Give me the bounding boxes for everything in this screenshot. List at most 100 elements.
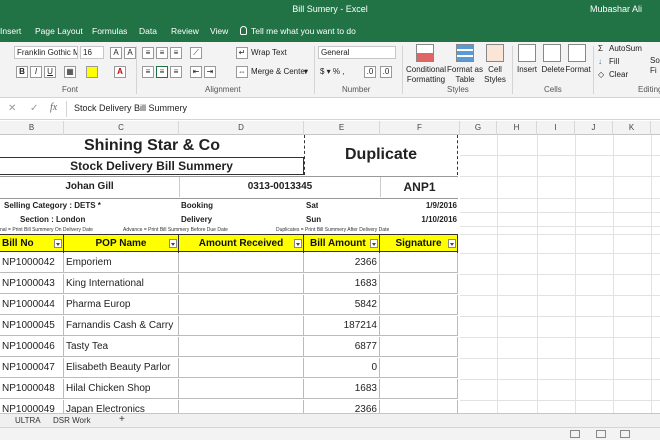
company-name[interactable]: Shining Star & Co [0, 135, 304, 157]
pop-name-cell[interactable]: Elisabeth Beauty Parlor [64, 358, 179, 378]
amount-received-cell[interactable] [179, 379, 304, 399]
customer-code[interactable]: ANP1 [380, 177, 458, 197]
align-left-icon[interactable]: ≡ [142, 66, 154, 78]
align-bottom-icon[interactable]: ≡ [170, 47, 182, 59]
tab-page-layout[interactable]: Page Layout [35, 26, 83, 36]
column-header-k[interactable]: K [613, 121, 651, 135]
signature-cell[interactable] [380, 379, 458, 399]
bill-amount-cell[interactable]: 5842 [304, 295, 380, 315]
format-cells-icon[interactable] [568, 44, 586, 62]
font-name-select[interactable]: Franklin Gothic M [14, 46, 78, 59]
bill-no-cell[interactable]: NP1000048 [0, 379, 64, 399]
signature-cell[interactable] [380, 316, 458, 336]
increase-indent-icon[interactable]: ⇥ [204, 66, 216, 78]
header-bill-amount[interactable]: Bill Amount [304, 235, 380, 253]
normal-view-icon[interactable] [570, 430, 580, 438]
column-header-d[interactable]: D [179, 121, 304, 135]
font-size-select[interactable]: 16 [80, 46, 104, 59]
delivery-label[interactable]: Delivery [181, 215, 212, 224]
cell-styles-icon[interactable] [486, 44, 504, 62]
increase-font-icon[interactable]: A [110, 47, 122, 59]
chevron-down-icon[interactable]: ▾ [304, 67, 308, 80]
delete-cells-button[interactable]: Delete [540, 65, 566, 74]
amount-received-cell[interactable] [179, 316, 304, 336]
pop-name-cell[interactable]: Farnandis Cash & Carry [64, 316, 179, 336]
bold-button[interactable]: B [16, 66, 28, 78]
pop-name-cell[interactable]: Hilal Chicken Shop [64, 379, 179, 399]
autosum-icon[interactable]: Σ [598, 44, 603, 57]
header-pop-name[interactable]: POP Name [64, 235, 179, 253]
column-header-b[interactable]: B [0, 121, 64, 135]
column-header-i[interactable]: I [537, 121, 575, 135]
column-header-h[interactable]: H [497, 121, 537, 135]
clear-button[interactable]: Clear [609, 70, 628, 83]
number-format-buttons[interactable]: $ ▾ % , [320, 67, 344, 80]
autosum-button[interactable]: AutoSum [609, 44, 642, 57]
borders-icon[interactable]: ▦ [64, 66, 76, 78]
amount-received-cell[interactable] [179, 274, 304, 294]
bill-amount-cell[interactable]: 2366 [304, 400, 380, 413]
column-header-g[interactable]: G [460, 121, 497, 135]
underline-button[interactable]: U [44, 66, 56, 78]
booking-date[interactable]: 1/9/2016 [380, 201, 457, 210]
amount-received-cell[interactable] [179, 295, 304, 315]
sort-filter-button[interactable]: So Fi [650, 56, 660, 76]
filter-dropdown-icon[interactable] [294, 239, 302, 248]
amount-received-cell[interactable] [179, 400, 304, 413]
bill-amount-cell[interactable]: 6877 [304, 337, 380, 357]
font-color-button[interactable]: A [114, 66, 126, 78]
page-break-view-icon[interactable] [620, 430, 630, 438]
wrap-text-button[interactable]: Wrap Text [251, 48, 287, 61]
tell-me-box[interactable]: Tell me what you want to do [240, 26, 356, 36]
wrap-text-icon[interactable]: ↵ [236, 47, 248, 59]
column-header-c[interactable]: C [64, 121, 179, 135]
align-top-icon[interactable]: ≡ [142, 47, 154, 59]
tab-view[interactable]: View [210, 26, 228, 36]
eraser-icon[interactable]: ◇ [598, 70, 604, 83]
filter-dropdown-icon[interactable] [54, 239, 62, 248]
conditional-formatting-button[interactable]: Conditional Formatting [404, 65, 448, 85]
decrease-indent-icon[interactable]: ⇤ [190, 66, 202, 78]
pop-name-cell[interactable]: Tasty Tea [64, 337, 179, 357]
bill-no-cell[interactable]: NP1000047 [0, 358, 64, 378]
bill-no-cell[interactable]: NP1000042 [0, 253, 64, 273]
header-signature[interactable]: Signature [380, 235, 458, 253]
pop-name-cell[interactable]: Pharma Europ [64, 295, 179, 315]
delivery-day[interactable]: Sun [306, 215, 321, 224]
amount-received-cell[interactable] [179, 253, 304, 273]
user-name[interactable]: Mubashar Ali [590, 4, 642, 14]
bill-no-cell[interactable]: NP1000046 [0, 337, 64, 357]
column-header-f[interactable]: F [380, 121, 460, 135]
fill-icon[interactable]: ↓ [598, 57, 602, 70]
add-sheet-button[interactable]: + [116, 414, 128, 427]
signature-cell[interactable] [380, 295, 458, 315]
signature-cell[interactable] [380, 274, 458, 294]
sheet-tab-dsr-work[interactable]: DSR Work [50, 414, 94, 427]
filter-dropdown-icon[interactable] [370, 239, 378, 248]
fill-color-icon[interactable] [86, 66, 98, 78]
header-amount-received[interactable]: Amount Received [179, 235, 304, 253]
merge-center-button[interactable]: Merge & Center [251, 67, 307, 80]
signature-cell[interactable] [380, 358, 458, 378]
bill-amount-cell[interactable]: 2366 [304, 253, 380, 273]
merge-icon[interactable]: ⇔ [236, 66, 248, 78]
customer-phone[interactable]: 0313-0013345 [179, 177, 380, 197]
cell-styles-button[interactable]: Cell Styles [480, 65, 510, 85]
worksheet-grid[interactable]: Shining Star & Co Stock Delivery Bill Su… [0, 135, 660, 413]
signature-cell[interactable] [380, 400, 458, 413]
bill-no-cell[interactable]: NP1000043 [0, 274, 64, 294]
align-right-icon[interactable]: ≡ [170, 66, 182, 78]
decrease-font-icon[interactable]: A [124, 47, 136, 59]
booking-day[interactable]: Sat [306, 201, 318, 210]
conditional-formatting-icon[interactable] [416, 44, 434, 62]
format-as-table-button[interactable]: Format as Table [446, 65, 484, 85]
fill-button[interactable]: Fill [609, 57, 619, 70]
tab-insert[interactable]: Insert [0, 26, 21, 36]
bill-no-cell[interactable]: NP1000044 [0, 295, 64, 315]
format-as-table-icon[interactable] [456, 44, 474, 62]
bill-amount-cell[interactable]: 187214 [304, 316, 380, 336]
align-middle-icon[interactable]: ≡ [156, 47, 168, 59]
bill-amount-cell[interactable]: 1683 [304, 274, 380, 294]
pop-name-cell[interactable]: Emporiem [64, 253, 179, 273]
fx-icon[interactable]: fx [50, 102, 57, 113]
